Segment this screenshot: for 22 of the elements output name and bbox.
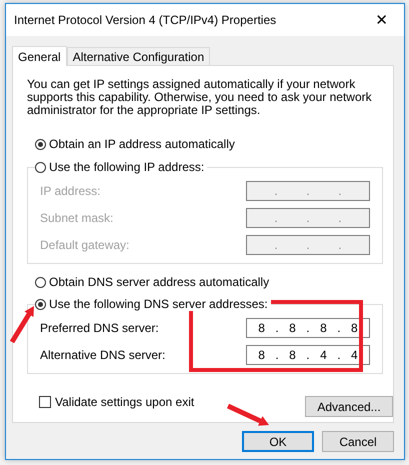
field-label: Subnet mask: bbox=[40, 211, 114, 225]
validate-checkbox[interactable]: Validate settings upon exit bbox=[39, 395, 194, 409]
field-label: Alternative DNS server: bbox=[40, 348, 166, 362]
tab[interactable]: Alternative Configuration bbox=[66, 47, 210, 65]
radio-button[interactable]: Obtain DNS server address automatically bbox=[35, 275, 272, 289]
arrow-icon bbox=[226, 404, 269, 426]
ip-address-field[interactable]: 8 . 8 . 4 . 4 bbox=[246, 345, 370, 365]
description-text: You can get IP settings assigned automatically if your network supports this capability. Otherwise, you need to ask your network administrator for the appropriate IP settings. bbox=[27, 78, 373, 117]
close-button[interactable]: ✕ bbox=[371, 11, 392, 29]
radio-button[interactable]: Obtain an IP address automatically bbox=[35, 137, 238, 151]
ok-button[interactable]: OK bbox=[242, 431, 314, 452]
radio-button[interactable]: Use the following DNS server addresses: bbox=[35, 297, 271, 311]
arrow-icon bbox=[10, 306, 34, 344]
field-label: Preferred DNS server: bbox=[40, 321, 159, 335]
window-title: Internet Protocol Version 4 (TCP/IPv4) Properties bbox=[14, 13, 276, 27]
field-label: IP address: bbox=[40, 184, 100, 198]
cancel-button[interactable]: Cancel bbox=[322, 431, 394, 452]
tab[interactable]: General bbox=[12, 46, 67, 66]
field-label: Default gateway: bbox=[40, 238, 130, 252]
ip-address-field[interactable]: 8 . 8 . 8 . 8 bbox=[246, 318, 370, 338]
radio-button[interactable]: Use the following IP address: bbox=[35, 160, 208, 174]
advanced-button[interactable]: Advanced... bbox=[305, 396, 393, 417]
